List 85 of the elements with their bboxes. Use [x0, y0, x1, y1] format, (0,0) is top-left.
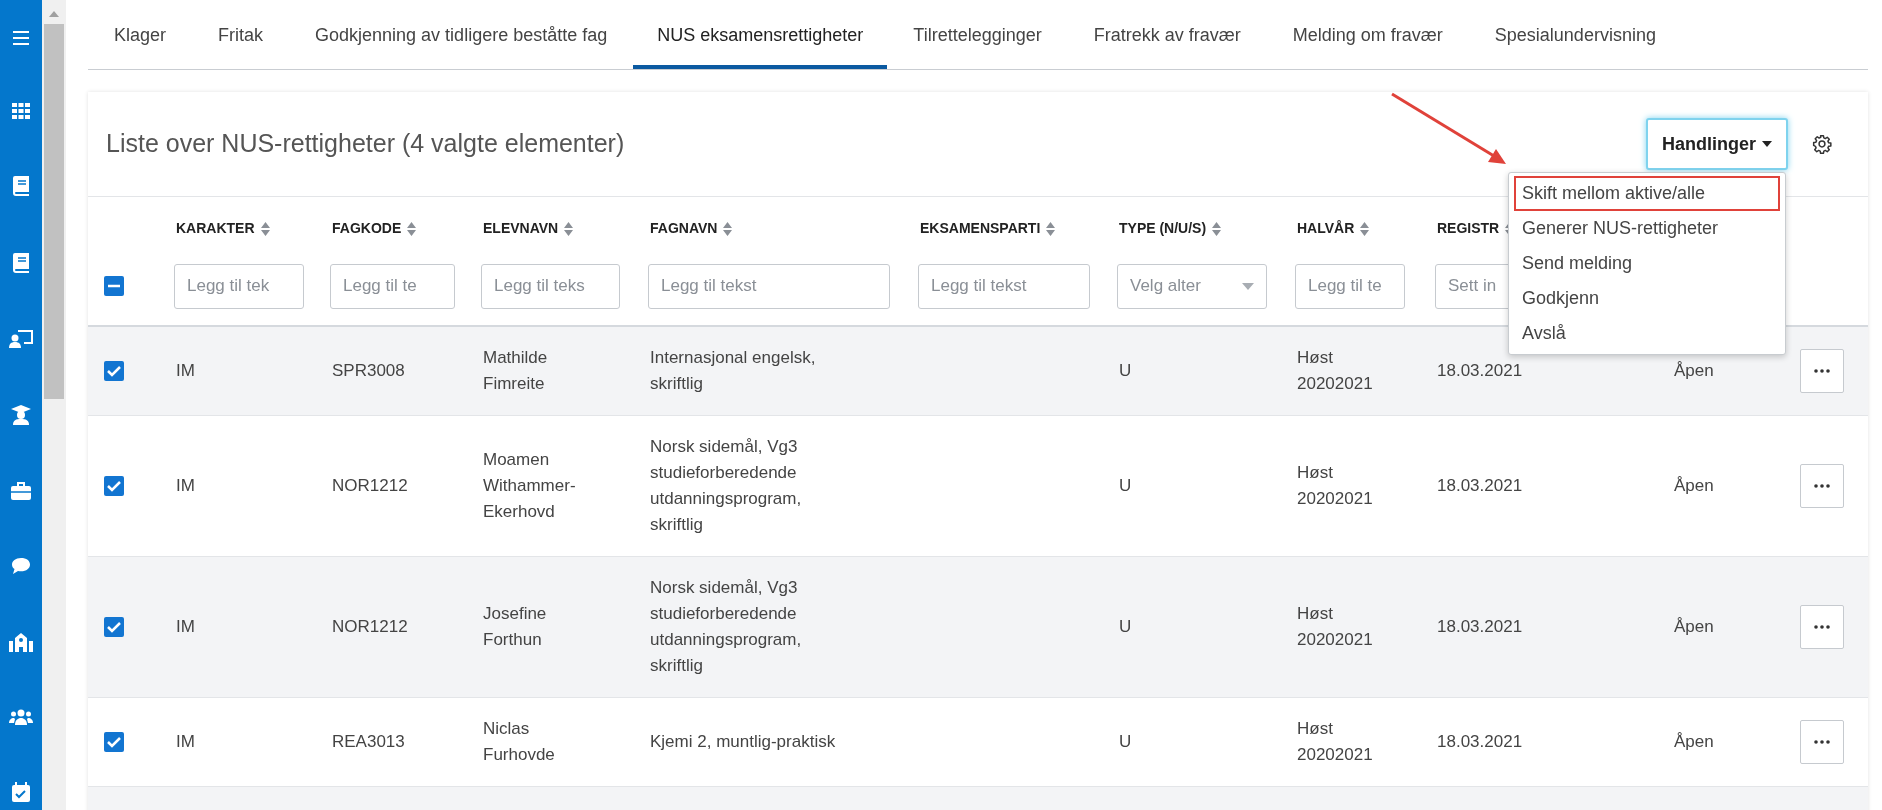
- filter-input[interactable]: Legg til tekst: [918, 263, 1090, 309]
- filter-input[interactable]: Legg til te: [1295, 263, 1405, 309]
- table-cell-text: Åpen: [1674, 616, 1715, 638]
- table-cell-text: Mathilde Fimreite: [483, 347, 549, 395]
- tab[interactable]: Tilrettelegginger: [887, 0, 1068, 69]
- more-icon: [1814, 740, 1830, 744]
- tab[interactable]: Melding om fravær: [1266, 0, 1469, 69]
- table-cell-text: Åpen: [1674, 360, 1715, 382]
- more-icon: [1814, 625, 1830, 629]
- tab[interactable]: Klager: [88, 0, 193, 69]
- column-header[interactable]: FAGNAVN: [650, 218, 718, 239]
- column-header[interactable]: HALVÅR: [1297, 218, 1355, 239]
- tab[interactable]: NUS eksamensrettigheter: [633, 0, 888, 69]
- caret-icon: [1242, 282, 1254, 290]
- menu-icon[interactable]: [12, 30, 30, 46]
- filter-input[interactable]: Legg til teks: [481, 263, 620, 309]
- column-header[interactable]: FAGKODE: [332, 218, 402, 239]
- table-cell-text: 18.03.2021: [1437, 616, 1524, 638]
- more-icon: [1814, 484, 1830, 488]
- table-cell-text: Åpen: [1674, 731, 1715, 753]
- table-cell-text: U: [1119, 360, 1133, 382]
- table-cell-text: IM: [176, 731, 196, 753]
- calendar-check-icon[interactable]: [12, 782, 30, 802]
- tab[interactable]: Fratrekk av fravær: [1067, 0, 1267, 69]
- table-cell-text: REA3013: [332, 731, 406, 753]
- column-header[interactable]: TYPE (N/U/S): [1119, 218, 1207, 239]
- table-cell-text: Norsk sidemål, Vg3 studieforberedende utdanningsprogram, skriftlig: [650, 577, 803, 677]
- table-cell-text: 18.03.2021: [1437, 360, 1524, 382]
- chat-icon[interactable]: [11, 557, 31, 575]
- table-cell-text: Høst 20202021: [1297, 603, 1374, 651]
- teacher-icon[interactable]: [9, 330, 33, 348]
- table-cell-text: SPR3008: [332, 360, 406, 382]
- settings-icon[interactable]: [1812, 134, 1832, 154]
- column-header[interactable]: KARAKTER: [176, 218, 255, 239]
- column-header[interactable]: ELEVNAVN: [483, 218, 559, 239]
- table-cell-text: Niclas Furhovde: [483, 718, 556, 766]
- table-cell-text: IM: [176, 475, 196, 497]
- table-cell-text: Høst 20202021: [1297, 718, 1374, 766]
- table-row[interactable]: IM NOR1212 Josefine Forthun Norsk sidemål, Vg3 studieforberedende utdanningsprogram, skriftlig U Høst 20202021 18.03.2021 Åpen: [88, 557, 1868, 698]
- tab[interactable]: Spesialundervisning: [1468, 0, 1682, 69]
- users-icon[interactable]: [9, 709, 33, 725]
- book-icon[interactable]: [13, 176, 29, 196]
- table-cell-text: Moamen Withammer-Ekerhovd: [483, 449, 577, 523]
- table-cell-text: Internasjonal engelsk, skriftlig: [650, 347, 817, 395]
- table-cell-text: NOR1212: [332, 475, 409, 497]
- table-cell-text: 18.03.2021: [1437, 475, 1524, 497]
- table-cell-text: NOR1212: [332, 616, 409, 638]
- grid-icon[interactable]: [12, 103, 30, 119]
- menu-item[interactable]: Skift mellom aktive/alle: [1514, 176, 1780, 211]
- table-cell-text: 18.03.2021: [1437, 731, 1524, 753]
- more-icon: [1814, 369, 1830, 373]
- table-cell-text: Kjemi 2, muntlig-praktisk: [650, 731, 837, 753]
- table-cell-text: Høst 20202021: [1297, 347, 1374, 395]
- row-checkbox[interactable]: [104, 617, 124, 637]
- row-checkbox[interactable]: [104, 361, 124, 381]
- table-cell-text: Norsk sidemål, Vg3 studieforberedende utdanningsprogram, skriftlig: [650, 436, 803, 536]
- table-cell-text: Høst 20202021: [1297, 462, 1374, 510]
- tab[interactable]: Fritak: [192, 0, 290, 69]
- table-row[interactable]: IM NOR1212 Moamen Withammer-Ekerhovd Norsk sidemål, Vg3 studieforberedende utdanningsprogram, skriftlig U Høst 20202021 18.03.2021 Åpen: [88, 416, 1868, 557]
- table-cell-text: U: [1119, 731, 1133, 753]
- table-cell-text: Åpen: [1674, 475, 1715, 497]
- graduate-icon[interactable]: [11, 405, 31, 425]
- book-icon[interactable]: [13, 253, 29, 273]
- caret-icon: [1762, 141, 1772, 147]
- table-row[interactable]: IM REA3013 Niclas Furhovde Kjemi 2, muntlig-praktisk U Høst 20202021 18.03.2021 Åpen: [88, 698, 1868, 787]
- school-icon[interactable]: [9, 632, 33, 652]
- column-header[interactable]: REGISTR: [1437, 218, 1500, 239]
- table-cell-text: U: [1119, 616, 1133, 638]
- filter-input[interactable]: Legg til tekst: [648, 263, 890, 309]
- select-all-checkbox[interactable]: [104, 276, 124, 296]
- filter-input[interactable]: Legg til te: [330, 263, 455, 309]
- briefcase-icon[interactable]: [11, 482, 31, 500]
- panel-title: Liste over NUS-rettigheter (4 valgte elementer): [106, 128, 626, 160]
- row-checkbox[interactable]: [104, 476, 124, 496]
- menu-item[interactable]: Generer NUS-rettigheter: [1514, 211, 1780, 246]
- table-cell-text: U: [1119, 475, 1133, 497]
- tab[interactable]: Godkjenning av tidligere beståtte fag: [289, 0, 634, 69]
- table-cell-text: IM: [176, 616, 196, 638]
- scrollbar-thumb[interactable]: [44, 24, 64, 399]
- actions-button[interactable]: Handlinger: [1646, 118, 1788, 170]
- column-header[interactable]: EKSAMENSPARTI: [920, 218, 1041, 239]
- table-cell-text: Josefine Forthun: [483, 603, 548, 651]
- row-checkbox[interactable]: [104, 732, 124, 752]
- table-cell-text: IM: [176, 360, 196, 382]
- filter-input[interactable]: Legg til tek: [174, 263, 304, 309]
